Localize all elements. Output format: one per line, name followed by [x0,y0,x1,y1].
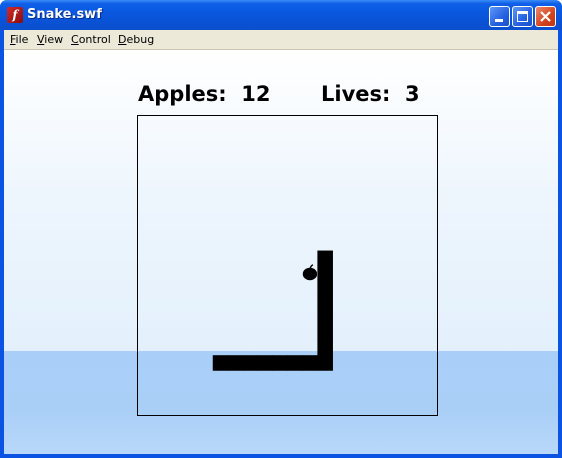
snake-segment [212,355,229,371]
snake-segment [242,355,259,371]
snake-segment [317,295,333,311]
snake-segment [317,310,333,326]
lives-label: Lives: [321,82,391,106]
minimize-icon [495,19,503,22]
snake-segment [257,355,274,371]
close-button[interactable] [535,6,556,27]
snake-segment [287,355,304,371]
lives-value: 3 [405,82,420,106]
game-board[interactable] [137,115,438,416]
client-area: File View Control Debug Apples: 12 Lives… [4,30,558,454]
menu-file[interactable]: File [10,33,28,47]
flash-player-icon: f [7,7,23,23]
menu-control[interactable]: Control [71,33,111,47]
snake-segment [227,355,244,371]
menu-view[interactable]: View [37,33,63,47]
minimize-button[interactable] [489,6,510,27]
snake-segment [272,355,289,371]
maximize-button[interactable] [512,6,533,27]
snake-segment [317,250,333,267]
snake-segment [317,340,333,356]
snake-segment [317,325,333,341]
apples-counter: Apples: 12 [138,81,271,107]
menu-debug[interactable]: Debug [118,33,154,47]
maximize-icon [517,11,528,22]
apples-value: 12 [241,82,271,106]
snake-segment [317,355,333,371]
window-title: Snake.swf [27,7,102,22]
lives-counter: Lives: 3 [321,81,420,107]
title-bar[interactable]: f Snake.swf [0,0,562,30]
snake-segment [317,280,333,296]
snake-segment [302,355,318,371]
apple-icon [302,264,318,281]
menu-bar: File View Control Debug [4,30,558,50]
apples-label: Apples: [138,82,227,106]
close-icon [540,11,551,22]
flash-stage[interactable]: Apples: 12 Lives: 3 [4,51,558,454]
snake-segment [317,265,333,282]
game-canvas [212,250,333,371]
app-window: f Snake.swf File View Control Debug Appl… [0,0,562,458]
